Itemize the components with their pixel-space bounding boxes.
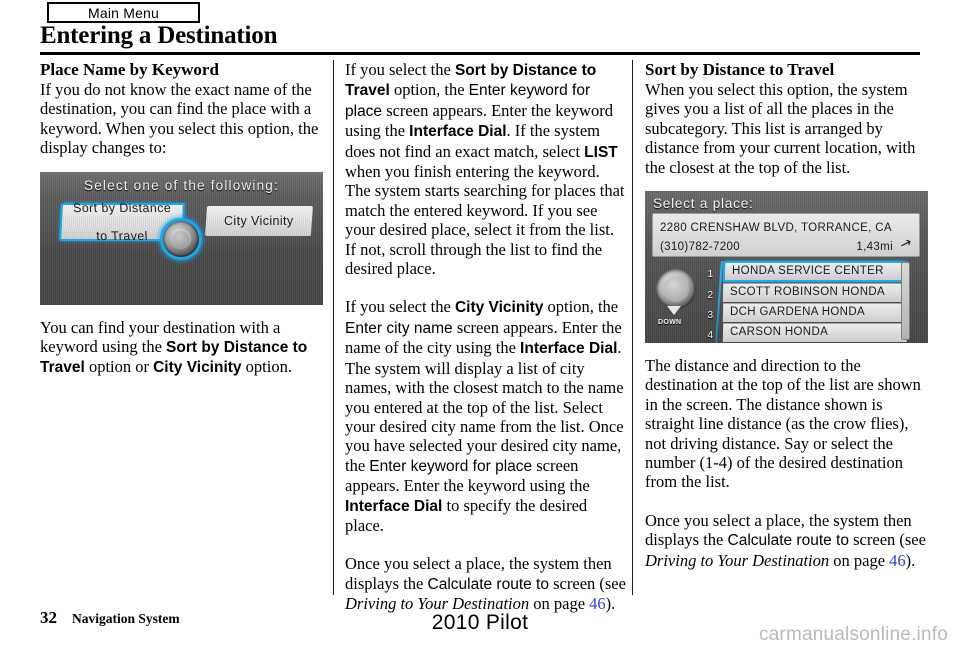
right-after-paragraph: The distance and direction to the destin…: [645, 356, 921, 492]
list-separator-bar: [715, 261, 723, 344]
nav1-header: Select one of the following:: [84, 177, 279, 193]
mid-ui-interface-dial-3: Interface Dial: [345, 497, 443, 515]
mid-p1-a: If you select the: [345, 60, 451, 79]
middle-paragraph-3: Once you select a place, the system then…: [345, 554, 628, 613]
mid-ui-calculate-route-to: Calculate route to: [427, 575, 550, 593]
left-after-1: You can find your destination with a: [40, 317, 281, 337]
mid-p2-a: If you select the: [345, 297, 451, 317]
left-intro-paragraph: If you do not know the exact name of the…: [40, 80, 319, 158]
right-page-link-46[interactable]: 46: [889, 551, 906, 570]
nav2-down-label: DOWN: [658, 319, 682, 327]
section-heading-place-name-by-keyword: Place Name by Keyword: [40, 60, 219, 79]
mid-p1-b: option, the: [393, 80, 465, 100]
page-title: Entering a Destination: [40, 22, 278, 49]
nav-screen-select-one-of-the-following: Select one of the following: Sort by Dis…: [40, 171, 323, 305]
mid-p1-e: when you finish entering the keyword. Th…: [345, 162, 625, 279]
mid-ui-interface-dial-1: Interface Dial: [409, 123, 507, 141]
nav1-option-left-line2: to Travel: [95, 228, 149, 243]
mid-ui-enter-keyword-for-place-2: Enter keyword for place: [369, 457, 533, 475]
direction-arrow-icon: ↗: [897, 233, 915, 253]
right-p3-c: on page: [833, 550, 886, 570]
table-row[interactable]: SCOTT ROBINSON HONDA: [722, 283, 908, 303]
nav2-phone: (310)782-7200: [660, 241, 740, 254]
nav2-list: 1 HONDA SERVICE CENTER 2 SCOTT ROBINSON …: [701, 261, 916, 344]
nav2-address: 2280 CRENSHAW BLVD, TORRANCE, CA: [660, 222, 892, 235]
mid-ui-list: LIST: [584, 143, 618, 161]
column-left: Place Name by Keyword If you do not know…: [40, 60, 323, 378]
right-paragraph-3: Once you select a place, the system then…: [645, 511, 928, 570]
main-menu-tab-label: Main Menu: [87, 4, 160, 21]
list-item-label-2: SCOTT ROBINSON HONDA: [729, 286, 886, 299]
list-item-label-1: HONDA SERVICE CENTER: [732, 264, 884, 277]
list-number-1: 1: [707, 269, 713, 281]
mid-ui-enter-city-name: Enter city name: [345, 319, 453, 337]
left-after-4: option.: [245, 357, 292, 377]
mid-p3-b: screen (see: [553, 573, 626, 593]
table-row[interactable]: DCH GARDENA HONDA: [722, 303, 908, 323]
nav1-option-left-line1: Sort by Distance: [72, 200, 172, 215]
interface-dial-icon-2[interactable]: [656, 269, 696, 310]
list-number-3: 3: [707, 310, 713, 322]
nav1-option-right-label: City Vicinity: [224, 213, 294, 228]
middle-paragraph-2: If you select the City Vicinity option, …: [345, 297, 628, 535]
section-heading-sort-by-distance-to-travel: Sort by Distance to Travel: [645, 60, 835, 79]
mid-p2-b: option, the: [547, 297, 619, 317]
column-right: Sort by Distance to Travel When you sele…: [645, 60, 928, 570]
nav-screen-select-a-place: Select a place: 2280 CRENSHAW BLVD, TORR…: [645, 191, 928, 344]
nav2-info-box: 2280 CRENSHAW BLVD, TORRANCE, CA (310)78…: [652, 213, 920, 258]
mid-p2-d: . The system will display a list of city…: [345, 338, 624, 475]
table-row[interactable]: HONDA SERVICE CENTER: [722, 261, 908, 283]
column-middle: If you select the Sort by Distance to Tr…: [345, 60, 628, 614]
mid-ui-city-vicinity: City Vicinity: [454, 299, 544, 317]
table-row[interactable]: CARSON HONDA: [722, 323, 908, 343]
columns-container: Place Name by Keyword If you do not know…: [0, 60, 960, 613]
watermark: carmanualsonline.info: [758, 624, 948, 645]
right-p3-b: screen (see: [853, 530, 926, 550]
list-number-2: 2: [707, 290, 713, 302]
nav2-distance: 1,43mi: [856, 241, 893, 254]
left-after-paragraph: You can find your destination with a key…: [40, 318, 323, 378]
left-ui-city-vicinity: City Vicinity: [153, 359, 242, 377]
list-item-label-3: DCH GARDENA HONDA: [729, 306, 866, 319]
nav1-option-city-vicinity[interactable]: City Vicinity: [204, 205, 314, 236]
left-after-2: keyword using the: [40, 337, 162, 357]
right-ital-driving-to-your-destination: Driving to Your Destination: [645, 550, 830, 570]
right-intro-paragraph: When you select this option, the system …: [645, 80, 916, 177]
nav2-header: Select a place:: [653, 196, 754, 212]
list-item-label-4: CARSON HONDA: [729, 326, 829, 339]
list-number-4: 4: [707, 330, 713, 342]
left-after-3: option or: [88, 357, 149, 377]
right-p3-d: ).: [905, 550, 916, 570]
main-menu-tab[interactable]: Main Menu: [47, 2, 200, 23]
list-scrollbar[interactable]: [901, 262, 910, 341]
interface-dial-icon[interactable]: [160, 217, 202, 260]
nav2-list-area: DOWN 1 HONDA SERVICE CENTER 2 SCOTT ROBI…: [645, 261, 928, 344]
right-ui-calculate-route-to: Calculate route to: [727, 532, 850, 550]
title-rule: [40, 52, 920, 55]
mid-ui-interface-dial-2: Interface Dial: [520, 340, 618, 358]
middle-paragraph-1: If you select the Sort by Distance to Tr…: [345, 60, 628, 278]
